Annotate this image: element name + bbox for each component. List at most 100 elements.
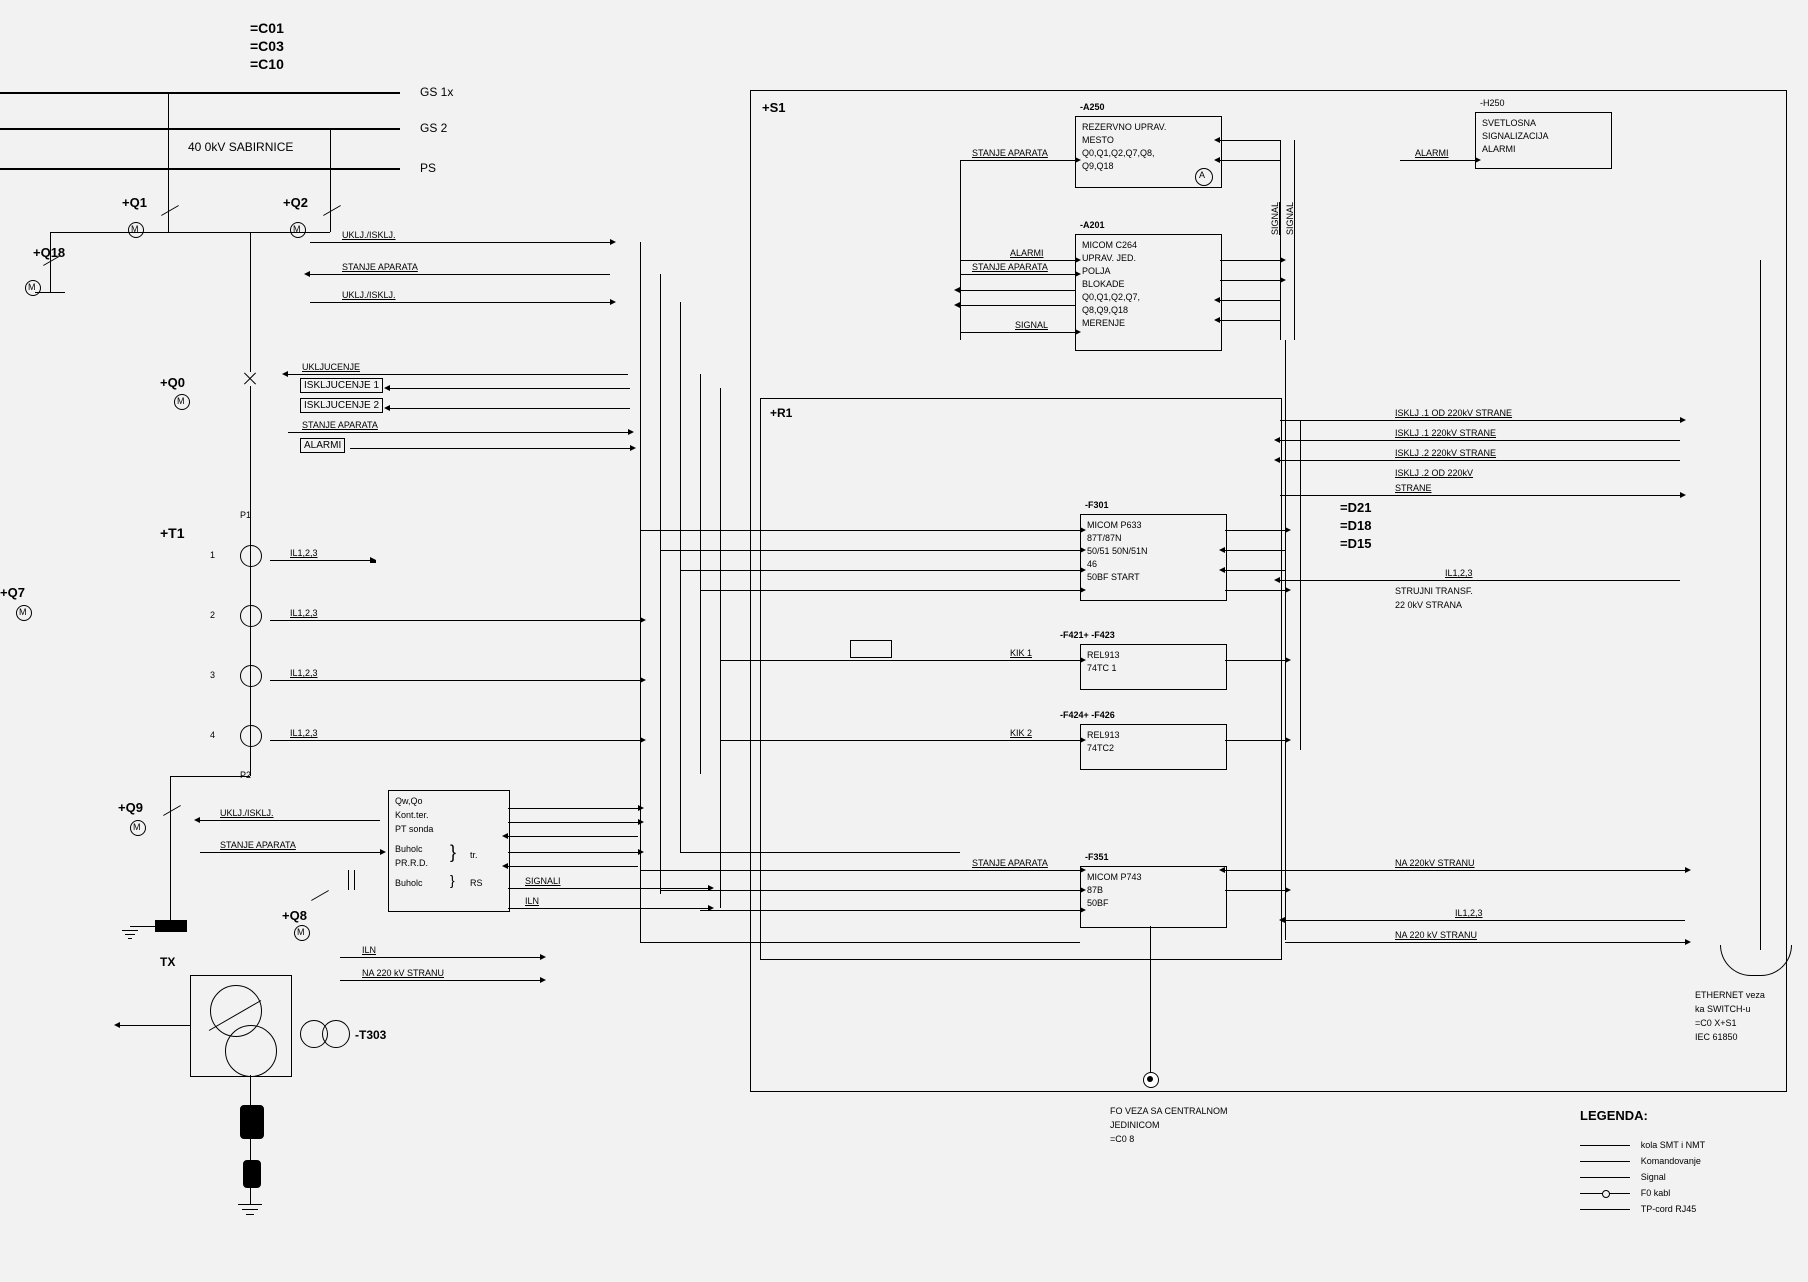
f351-l2: 50BF xyxy=(1087,898,1109,908)
f351-il: IL1,2,3 xyxy=(1455,908,1483,918)
sig-uklj2: UKLJ./ISKLJ. xyxy=(342,290,396,300)
ct3-icon xyxy=(240,665,262,687)
strane: STRANE xyxy=(1395,483,1432,493)
sig-ukljucenje: UKLJUCENJE xyxy=(302,362,360,372)
eth-l2: ka SWITCH-u xyxy=(1695,1004,1751,1014)
fo-l3: =C0 8 xyxy=(1110,1134,1134,1144)
a250-l1: MESTO xyxy=(1082,135,1114,145)
a250-l3: Q9,Q18 xyxy=(1082,161,1114,171)
f301-o4 xyxy=(1225,590,1285,591)
isklj2od: ISKLJ .2 OD 220kV xyxy=(1395,468,1473,478)
h250-alarmi: ALARMI xyxy=(1415,148,1449,158)
legend-row-0: kola SMT i NMT xyxy=(1580,1140,1705,1151)
sig-iskljucenje2: ISKLJUCENJE 2 xyxy=(300,398,383,413)
fo-l1: FO VEZA SA CENTRALNOM xyxy=(1110,1106,1228,1116)
rh9 xyxy=(700,910,960,911)
route-v4 xyxy=(700,374,701,774)
ct4-il: IL1,2,3 xyxy=(290,728,318,738)
q9-hjoin xyxy=(170,776,250,777)
legend-item-0: kola SMT i NMT xyxy=(1641,1140,1705,1150)
f351-l1: 87B xyxy=(1087,885,1103,895)
f421-out xyxy=(1225,660,1285,661)
q18-ground1 xyxy=(35,292,65,293)
f301-tag: -F301 xyxy=(1085,500,1109,510)
legend-line-icon xyxy=(1580,1161,1630,1162)
arr-f351-1 xyxy=(1285,870,1685,871)
bus-ps xyxy=(0,168,400,170)
q0-drop xyxy=(250,386,251,516)
coil1-icon xyxy=(240,1105,264,1139)
a201-stanje: STANJE APARATA xyxy=(972,262,1048,272)
a201-arr-o3 xyxy=(1220,300,1280,301)
code-c03: =C03 xyxy=(250,38,284,54)
route-v1 xyxy=(640,242,641,942)
rh7 xyxy=(640,870,960,871)
code-c10: =C10 xyxy=(250,56,284,72)
a250-arr-out1 xyxy=(1220,140,1280,141)
arr-strujni xyxy=(1280,580,1680,581)
strujni-1: STRUJNI TRANSF. xyxy=(1395,586,1473,596)
a201-l1: UPRAV. JED. xyxy=(1082,253,1136,263)
arrow-stanje1 xyxy=(310,274,610,275)
a201-l0: MICOM C264 xyxy=(1082,240,1137,250)
f351-in1 xyxy=(960,870,1080,871)
arr-isk2 xyxy=(390,408,630,409)
coil-bot xyxy=(250,1184,251,1204)
f351-stanje: STANJE APARATA xyxy=(972,858,1048,868)
arr-alarmi xyxy=(350,448,630,449)
a201-l5: Q8,Q9,Q18 xyxy=(1082,305,1128,315)
route-hbot xyxy=(640,942,1080,943)
label-sabirnice: 40 0kV SABIRNICE xyxy=(188,140,293,154)
f421-l1: 74TC 1 xyxy=(1087,663,1117,673)
h250-l1: SIGNALIZACIJA xyxy=(1482,131,1549,141)
bus-gs2 xyxy=(0,128,400,130)
sensor-l3: Buholc xyxy=(395,844,423,854)
rh5 xyxy=(720,660,990,661)
a201-alarmi: ALARMI xyxy=(1010,248,1044,258)
eth-vline xyxy=(1760,260,1761,950)
legend-line-icon xyxy=(1580,1145,1630,1146)
label-gs1: GS 1x xyxy=(420,85,453,99)
ct4-arr xyxy=(270,740,640,741)
h250-l2: ALARMI xyxy=(1482,144,1516,154)
legend-line-icon xyxy=(1580,1209,1630,1210)
bgnd2 xyxy=(242,1209,258,1210)
sens-a3 xyxy=(508,836,638,837)
f424-l1: 74TC2 xyxy=(1087,743,1114,753)
sensor-l5: Buholc xyxy=(395,878,423,888)
vsig-line1 xyxy=(1280,140,1281,340)
a201-l4: Q0,Q1,Q2,Q7, xyxy=(1082,292,1140,302)
sens-a6 xyxy=(508,888,708,889)
a201-arr-o1 xyxy=(1220,260,1280,261)
label-p2: P2 xyxy=(240,770,251,780)
sig-stanje2: STANJE APARATA xyxy=(302,420,378,430)
legend-item-3: F0 kabl xyxy=(1641,1188,1671,1198)
f351-na1: NA 220kV STRANU xyxy=(1395,858,1475,868)
f351-o2 xyxy=(1225,890,1285,891)
q1-switch-icon xyxy=(161,205,179,216)
f421-l0: REL913 xyxy=(1087,650,1120,660)
ct2-icon xyxy=(240,605,262,627)
sig-iln2: ILN xyxy=(362,945,376,955)
ct3-il: IL1,2,3 xyxy=(290,668,318,678)
isklj1: ISKLJ .1 220kV STRANE xyxy=(1395,428,1496,438)
f421-in xyxy=(990,660,1080,661)
label-tx: TX xyxy=(160,955,175,969)
ct1-stub xyxy=(370,560,376,563)
label-s1: +S1 xyxy=(762,100,786,115)
q7-m: M xyxy=(19,607,27,617)
arrow-uklj2 xyxy=(310,302,610,303)
f301-l4: 50BF START xyxy=(1087,572,1140,582)
ct3-arr xyxy=(270,680,640,681)
vsig-line2 xyxy=(1294,140,1295,340)
f301-l1: 87T/87N xyxy=(1087,533,1122,543)
sens-a7 xyxy=(508,908,708,909)
arr-na220-1 xyxy=(340,980,540,981)
coil-top xyxy=(250,1075,251,1105)
f424-l0: REL913 xyxy=(1087,730,1120,740)
arr-ukljucenje xyxy=(288,374,628,375)
a201-l6: MERENJE xyxy=(1082,318,1125,328)
q9-switch-icon xyxy=(163,805,181,816)
sens-a5 xyxy=(508,866,638,867)
q18-hline xyxy=(50,232,168,233)
